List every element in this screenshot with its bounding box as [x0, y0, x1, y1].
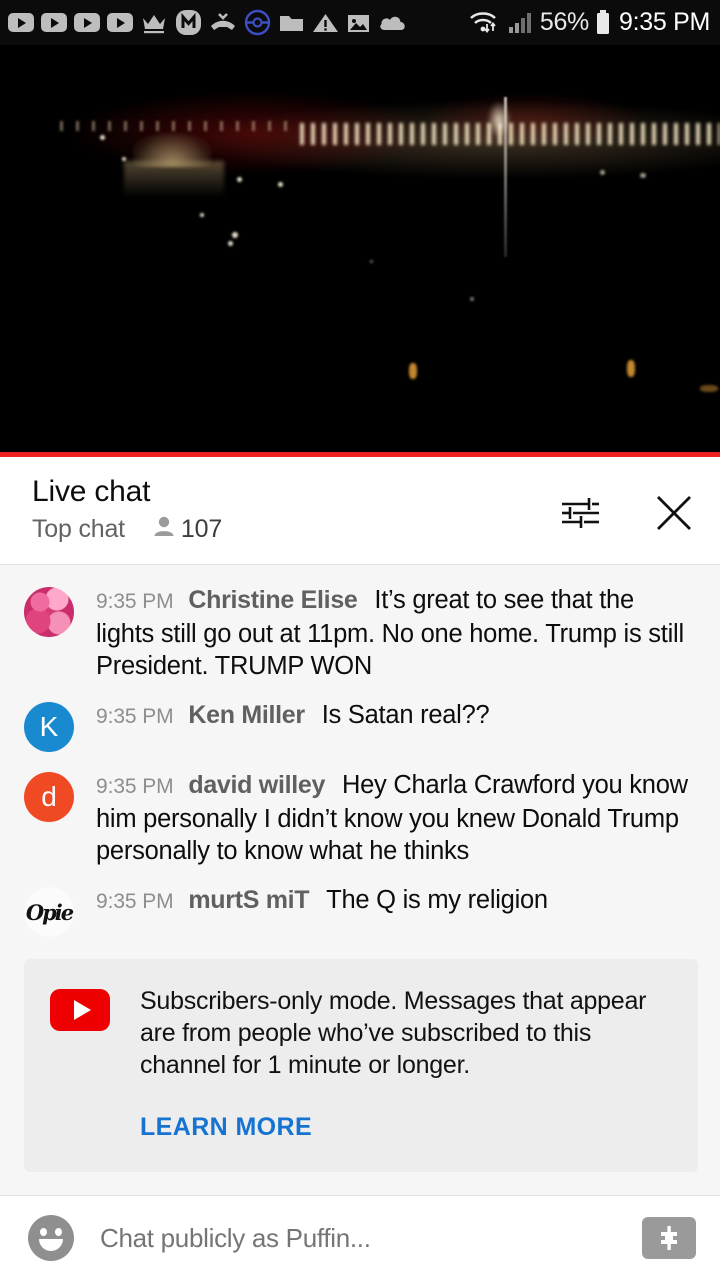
- message-text: Is Satan real??: [321, 701, 490, 729]
- chat-header-text-group: Live chat Top chat 107: [32, 473, 558, 544]
- live-chat-header: Live chat Top chat 107: [0, 457, 720, 565]
- pokeball-icon: [244, 9, 271, 36]
- video-light-dot: [232, 232, 238, 238]
- avatar[interactable]: Opie: [24, 887, 74, 937]
- tune-filter-icon[interactable]: [558, 491, 602, 535]
- video-light-dot: [228, 241, 233, 246]
- battery-percent-label: 56%: [539, 8, 589, 36]
- cloud-icon: [378, 12, 408, 34]
- video-light-dot: [370, 260, 373, 263]
- video-light-dot: [640, 173, 646, 178]
- video-amber-light: [627, 360, 635, 377]
- battery-icon: [595, 9, 611, 36]
- avatar-initial: d: [41, 781, 57, 812]
- status-bar: 56% 9:35 PM: [0, 0, 720, 45]
- video-amber-light: [700, 385, 718, 392]
- video-light-dot: [100, 135, 105, 140]
- person-icon: [153, 515, 175, 544]
- messenger-m-icon: [175, 9, 202, 36]
- video-distant-lights: [60, 121, 290, 131]
- message-timestamp: 9:35 PM: [96, 590, 174, 613]
- youtube-notification-icon-2: [41, 13, 67, 32]
- avatar[interactable]: d: [24, 772, 74, 822]
- youtube-notification-icon-3: [74, 13, 100, 32]
- chat-header-actions: [558, 473, 696, 535]
- chat-mode-selector[interactable]: Top chat: [32, 515, 125, 544]
- chat-message-list[interactable]: 9:35 PM Christine Elise It’s great to se…: [0, 565, 720, 1205]
- message-author[interactable]: Ken Miller: [188, 701, 305, 729]
- chat-message-item[interactable]: Opie 9:35 PM murtS miT The Q is my relig…: [0, 875, 720, 945]
- image-icon: [346, 11, 371, 35]
- video-monument-glow: [487, 101, 511, 139]
- wifi-transfer-icon: [468, 9, 502, 36]
- video-light-dot: [122, 157, 126, 161]
- message-text: The Q is my religion: [326, 886, 548, 914]
- chat-message-body: 9:35 PM Ken Miller Is Satan real??: [96, 698, 698, 733]
- message-timestamp: 9:35 PM: [96, 890, 174, 913]
- youtube-notification-icon-1: [8, 13, 34, 32]
- folder-icon: [278, 11, 305, 35]
- video-light-dot: [470, 297, 474, 301]
- super-chat-dollar-icon[interactable]: [642, 1217, 696, 1259]
- video-amber-light: [409, 363, 417, 379]
- notice-text: Subscribers-only mode. Messages that app…: [140, 987, 647, 1079]
- chat-message-body: 9:35 PM murtS miT The Q is my religion: [96, 883, 698, 918]
- viewer-count-label: 107: [180, 515, 223, 543]
- avatar-initial: K: [39, 711, 59, 742]
- cellular-signal-icon: [508, 11, 534, 35]
- message-timestamp: 9:35 PM: [96, 775, 174, 798]
- status-bar-notification-icons: [8, 9, 468, 36]
- warning-triangle-icon: [312, 11, 339, 35]
- message-timestamp: 9:35 PM: [96, 705, 174, 728]
- youtube-notification-icon-4: [107, 13, 133, 32]
- avatar[interactable]: [24, 587, 74, 637]
- video-light-dot: [278, 182, 283, 187]
- close-icon[interactable]: [652, 491, 696, 535]
- video-frame-sky: [0, 45, 720, 457]
- video-dome-base: [124, 161, 224, 197]
- chat-message-body: 9:35 PM Christine Elise It’s great to se…: [96, 583, 698, 682]
- avatar[interactable]: K: [24, 702, 74, 752]
- chat-message-item[interactable]: K 9:35 PM Ken Miller Is Satan real??: [0, 690, 720, 760]
- video-light-dot: [600, 170, 605, 175]
- missed-call-icon: [209, 11, 237, 35]
- live-video-player[interactable]: [0, 45, 720, 457]
- avatar-initial: Opie: [25, 899, 74, 925]
- chat-message-item[interactable]: 9:35 PM Christine Elise It’s great to se…: [0, 575, 720, 690]
- viewer-count-group: 107: [153, 515, 222, 544]
- chat-subheader: Top chat 107: [32, 515, 558, 544]
- status-bar-system-icons: 56% 9:35 PM: [468, 8, 710, 37]
- emoji-mouth: [39, 1239, 63, 1251]
- chat-input[interactable]: [100, 1222, 642, 1254]
- youtube-logo-icon: [50, 989, 110, 1031]
- status-bar-clock: 9:35 PM: [618, 8, 710, 36]
- video-light-dot: [200, 213, 204, 217]
- page-title: Live chat: [32, 475, 151, 508]
- video-monument-mast: [504, 97, 507, 257]
- message-text: Hey Charla Crawford you know him persona…: [96, 771, 688, 865]
- crown-icon: [140, 11, 168, 35]
- message-text: It’s great to see that the lights still …: [96, 586, 684, 680]
- emoji-smiley-icon[interactable]: [28, 1215, 74, 1261]
- message-author[interactable]: david willey: [188, 771, 325, 799]
- chat-message-body: 9:35 PM david willey Hey Charla Crawford…: [96, 768, 698, 867]
- chat-input-bar: [0, 1195, 720, 1280]
- notice-body: Subscribers-only mode. Messages that app…: [140, 985, 674, 1142]
- message-author[interactable]: murtS miT: [188, 886, 309, 914]
- subscribers-only-notice: Subscribers-only mode. Messages that app…: [24, 959, 698, 1172]
- video-light-dot: [237, 177, 242, 182]
- chat-message-item[interactable]: d 9:35 PM david willey Hey Charla Crawfo…: [0, 760, 720, 875]
- learn-more-link[interactable]: LEARN MORE: [140, 1113, 312, 1142]
- message-author[interactable]: Christine Elise: [188, 586, 357, 614]
